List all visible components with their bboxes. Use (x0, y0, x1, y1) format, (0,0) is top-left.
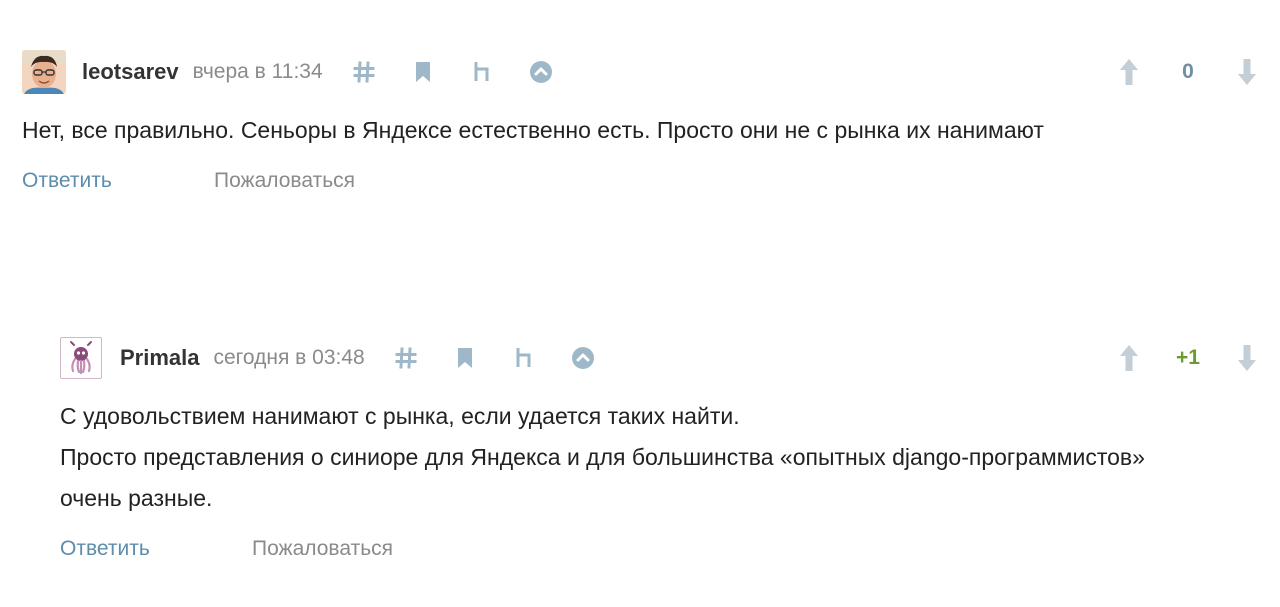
comment-author[interactable]: leotsarev (82, 59, 179, 85)
voting: +1 (1116, 330, 1260, 386)
bookmark-icon[interactable] (452, 345, 478, 371)
arrow-up-icon[interactable] (1116, 341, 1142, 375)
comment-footer: Ответить Пожаловаться (22, 169, 1260, 193)
comment-time[interactable]: вчера в 11:34 (193, 60, 323, 84)
comment-actions (393, 345, 629, 371)
arrow-down-icon[interactable] (1234, 55, 1260, 89)
comment-text: Нет, все правильно. Сеньоры в Яндексе ес… (22, 110, 1162, 151)
vote-score: +1 (1176, 346, 1200, 369)
parent-link-icon[interactable] (511, 345, 537, 371)
vote-score: 0 (1182, 60, 1194, 83)
arrow-down-icon[interactable] (1234, 341, 1260, 375)
hash-icon[interactable] (351, 59, 377, 85)
scroll-up-icon[interactable] (528, 59, 554, 85)
comment-header: leotsarev вчера в 11:34 0 (22, 44, 1260, 100)
parent-link-icon[interactable] (469, 59, 495, 85)
comment-time[interactable]: сегодня в 03:48 (214, 346, 365, 370)
bookmark-icon[interactable] (410, 59, 436, 85)
comment-header: Primala сегодня в 03:48 +1 (60, 330, 1260, 386)
avatar[interactable] (60, 337, 102, 379)
comment-actions (351, 59, 587, 85)
comment-text: С удовольствием нанимают с рынка, если у… (60, 396, 1200, 519)
comment-reply: Primala сегодня в 03:48 +1 С удовольстви… (60, 330, 1260, 561)
report-button[interactable]: Пожаловаться (252, 537, 393, 561)
comment-footer: Ответить Пожаловаться (60, 537, 1260, 561)
report-button[interactable]: Пожаловаться (214, 169, 355, 193)
avatar[interactable] (22, 50, 66, 94)
comment-paragraph: Просто представления о синиоре для Яндек… (60, 444, 1145, 511)
arrow-up-icon[interactable] (1116, 55, 1142, 89)
reply-button[interactable]: Ответить (22, 169, 214, 193)
comment-paragraph: Нет, все правильно. Сеньоры в Яндексе ес… (22, 117, 1044, 143)
scroll-up-icon[interactable] (570, 345, 596, 371)
voting: 0 (1116, 44, 1260, 100)
comment-author[interactable]: Primala (120, 345, 200, 371)
comment-paragraph: С удовольствием нанимают с рынка, если у… (60, 403, 740, 429)
comment: leotsarev вчера в 11:34 0 Нет, все прави… (22, 44, 1260, 193)
reply-button[interactable]: Ответить (60, 537, 252, 561)
hash-icon[interactable] (393, 345, 419, 371)
